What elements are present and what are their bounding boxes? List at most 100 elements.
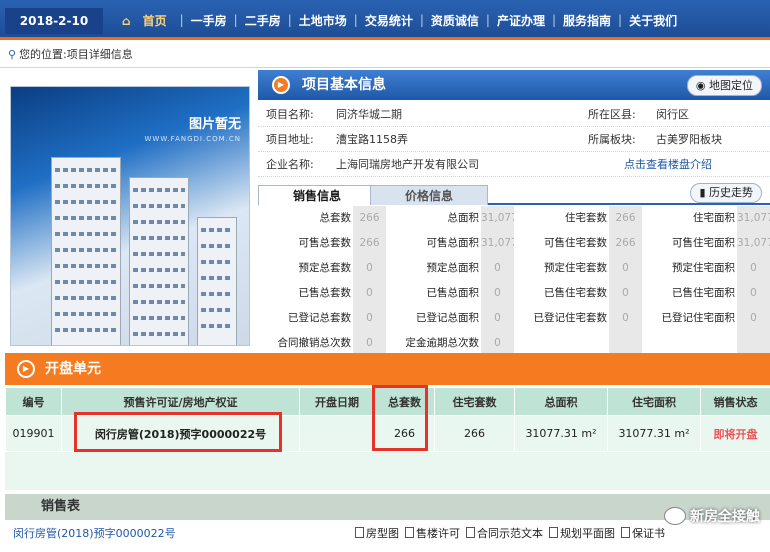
stat-label: 已售总面积 (386, 281, 481, 306)
stat-value: 0 (609, 281, 642, 306)
nav-item-land-market[interactable]: 土地市场 (293, 12, 353, 29)
district-label: 所在区县: (588, 108, 636, 121)
stat-value: 0 (609, 306, 642, 331)
nav-item-certificate[interactable]: 产证办理 (491, 12, 551, 29)
nav-item-about[interactable]: 关于我们 (623, 12, 683, 29)
col-header: 住宅套数 (434, 387, 515, 416)
stat-value: 266 (609, 206, 642, 231)
opening-date (299, 415, 375, 452)
watermark-text: 新房全接触 (690, 509, 760, 525)
project-info-title: 项目基本信息 (302, 77, 386, 93)
stat-label: 住宅套数 (514, 206, 609, 231)
stats-row: 已登记总套数 0 已登记总面积 0 已登记住宅套数 0 已登记住宅面积 0 (258, 306, 770, 331)
stat-label: 已售总套数 (258, 281, 353, 306)
info-row: 项目名称: 同济华城二期 所在区县: 闵行区 (258, 103, 770, 127)
stat-value: 31,077 (481, 231, 514, 256)
project-name: 同济华城二期 (336, 108, 402, 121)
history-trend-button[interactable]: ▮ 历史走势 (690, 183, 762, 203)
info-tabs: 销售信息 价格信息 ▮ 历史走势 (258, 183, 770, 205)
document-icon (621, 527, 630, 538)
map-locate-button[interactable]: ◉ 地图定位 (686, 75, 762, 96)
name-label: 项目名称: (266, 108, 314, 121)
nav-item-stats[interactable]: 交易统计 (359, 12, 419, 29)
stat-label: 可售住宅面积 (642, 231, 737, 256)
block-value: 古美罗阳板块 (656, 133, 722, 146)
stat-value: 0 (481, 256, 514, 281)
document-icon (355, 527, 364, 538)
project-address: 漕宝路1158弄 (336, 133, 408, 146)
nav-item-second-hand[interactable]: 二手房 (239, 12, 287, 29)
tab-price-info[interactable]: 价格信息 (370, 185, 488, 205)
stat-label: 已登记住宅面积 (642, 306, 737, 331)
stat-value: 0 (481, 281, 514, 306)
col-header: 开盘日期 (299, 387, 375, 416)
nav-item-service[interactable]: 服务指南 (557, 12, 617, 29)
document-links: 房型图 售楼许可 合同示范文本 规划平面图 保证书 (355, 522, 665, 546)
company-value: 上海同瑞房地产开发有限公司 (336, 158, 479, 171)
stat-label: 住宅面积 (642, 206, 737, 231)
sales-table-header: 销售表 (5, 494, 770, 520)
stat-value: 0 (353, 256, 386, 281)
bar-chart-icon: ▮ (699, 186, 706, 199)
info-row: 企业名称: 上海同瑞房地产开发有限公司 点击查看楼盘介绍 (258, 153, 770, 177)
opening-units-title: 开盘单元 (45, 361, 101, 377)
no-image-text: 图片暂无 (188, 117, 241, 132)
nav-item-home[interactable]: ⌂ 首页 (110, 12, 179, 29)
project-photo-placeholder: 图片暂无 WWW.FANGDI.COM.CN (10, 86, 250, 346)
nav-item-credit[interactable]: 资质诚信 (425, 12, 485, 29)
stats-row: 总套数266 总面积31,077 住宅套数266 住宅面积31,077 (258, 206, 770, 231)
total-area: 31077.31 m² (514, 415, 608, 452)
project-intro-link[interactable]: 点击查看楼盘介绍 (624, 153, 712, 177)
residential-units: 266 (434, 415, 515, 452)
sales-permit-link[interactable]: 闵行房管(2018)预字0000022号 (13, 522, 176, 546)
residential-area: 31077.31 m² (607, 415, 701, 452)
stat-value: 31,077 (737, 231, 770, 256)
col-header: 编号 (5, 387, 62, 416)
guarantee-link[interactable]: 保证书 (621, 522, 665, 546)
col-header: 销售状态 (700, 387, 770, 416)
stat-label: 总套数 (258, 206, 353, 231)
stat-value: 0 (737, 256, 770, 281)
stat-value: 266 (353, 231, 386, 256)
opening-units-header: ▶ 开盘单元 (5, 353, 770, 385)
stat-value: 266 (609, 231, 642, 256)
tab-sales-info[interactable]: 销售信息 (258, 185, 376, 205)
stat-label: 预定住宅套数 (514, 256, 609, 281)
nav-item-new-homes[interactable]: 一手房 (185, 12, 233, 29)
document-icon (405, 527, 414, 538)
contract-template-link[interactable]: 合同示范文本 (466, 522, 543, 546)
stat-label: 已登记总面积 (386, 306, 481, 331)
stat-label: 已售住宅套数 (514, 281, 609, 306)
stat-label: 预定总套数 (258, 256, 353, 281)
wechat-icon (664, 507, 686, 525)
wechat-watermark: 新房全接触 (664, 506, 760, 526)
block-label: 所属板块: (588, 133, 636, 146)
highlight-box (74, 412, 282, 452)
stats-row: 可售总套数266 可售总面积31,077 可售住宅套数266 可售住宅面积31,… (258, 231, 770, 256)
stat-value: 0 (353, 281, 386, 306)
breadcrumb-label: 您的位置: (19, 48, 67, 61)
date-badge: 2018-2-10 (5, 8, 103, 34)
stat-label: 可售住宅套数 (514, 231, 609, 256)
stat-label: 预定总面积 (386, 256, 481, 281)
sales-permit-doc-link[interactable]: 售楼许可 (405, 522, 460, 546)
stat-value: 0 (737, 281, 770, 306)
stat-label: 总面积 (386, 206, 481, 231)
stat-value: 0 (481, 306, 514, 331)
stat-label: 可售总套数 (258, 231, 353, 256)
stats-row: 已售总套数 0 已售总面积 0 已售住宅套数 0 已售住宅面积 0 (258, 281, 770, 306)
site-plan-link[interactable]: 规划平面图 (549, 522, 615, 546)
sales-stats-grid: 总套数266 总面积31,077 住宅套数266 住宅面积31,077 可售总套… (258, 206, 770, 356)
stat-label: 预定住宅面积 (642, 256, 737, 281)
home-icon: ⌂ (122, 13, 131, 28)
main-menu: ⌂ 首页 | 一手房 | 二手房 | 土地市场 | 交易统计 | 资质诚信 | 产… (110, 0, 770, 40)
stat-label: 可售总面积 (386, 231, 481, 256)
building-illustration (197, 217, 237, 345)
location-pin-icon: ⚲ (8, 48, 17, 61)
stats-row: 预定总套数 0 预定总面积 0 预定住宅套数 0 预定住宅面积 0 (258, 256, 770, 281)
floor-plan-link[interactable]: 房型图 (355, 522, 399, 546)
stat-value: 0 (609, 256, 642, 281)
address-label: 项目地址: (266, 133, 314, 146)
table-spacer (5, 452, 770, 490)
play-circle-icon: ▶ (17, 360, 35, 378)
